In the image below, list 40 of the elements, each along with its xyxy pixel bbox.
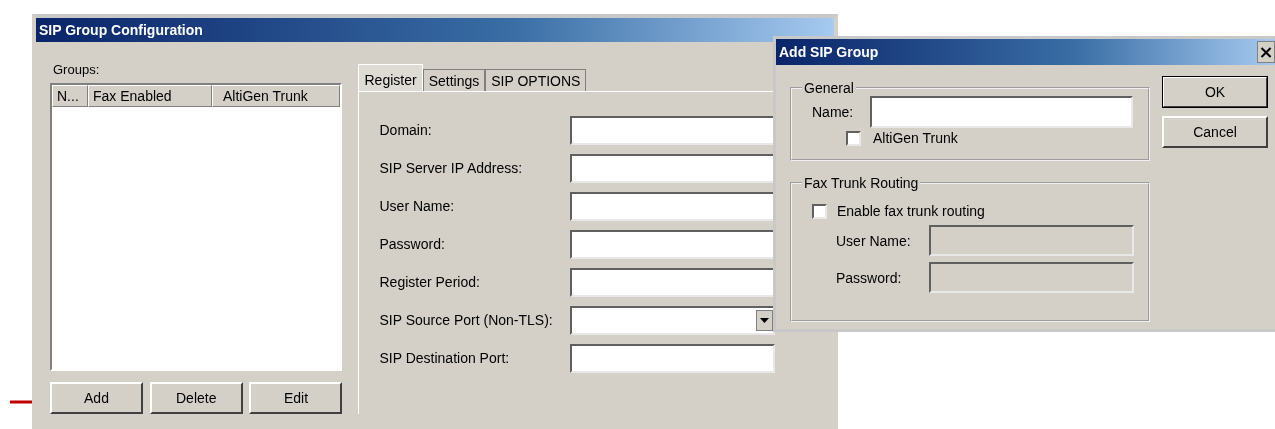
tab[interactable]: Settings — [422, 69, 486, 91]
column-header[interactable]: N... — [52, 85, 88, 107]
checkbox-label: AltiGen Trunk — [873, 130, 958, 146]
groups-label: Groups: — [52, 61, 101, 79]
field-label: Register Period: — [379, 274, 481, 290]
window-title: SIP Group Configuration — [36, 18, 834, 42]
input-field[interactable] — [570, 115, 776, 145]
field-label: SIP Source Port (Non-TLS): — [379, 312, 554, 328]
input-field[interactable] — [570, 343, 776, 373]
checkbox-label: Enable fax trunk routing — [837, 203, 985, 219]
dropdown-field[interactable] — [570, 305, 776, 335]
tab[interactable]: Register — [358, 64, 423, 91]
input-field[interactable] — [570, 229, 776, 259]
checkbox[interactable] — [812, 203, 827, 219]
dialog-button[interactable]: Cancel — [1162, 116, 1268, 148]
field-label: User Name: — [379, 198, 456, 214]
group-title: Fax Trunk Routing — [803, 175, 920, 191]
input-field[interactable] — [570, 191, 776, 221]
group-title: General — [803, 80, 855, 96]
close-button[interactable]: × — [1257, 41, 1275, 63]
tab[interactable]: SIP OPTIONS — [485, 69, 587, 91]
field-label: Domain: — [379, 122, 433, 138]
checkbox[interactable] — [846, 130, 861, 146]
column-header[interactable]: AltiGen Trunk — [212, 85, 340, 107]
field-label: SIP Destination Port: — [379, 350, 511, 366]
action-button[interactable]: Edit — [249, 382, 343, 414]
field-label: Password: — [836, 269, 903, 286]
input-field[interactable] — [570, 153, 776, 183]
field-label: Password: — [379, 236, 446, 252]
input-field[interactable] — [870, 96, 1133, 128]
field-label: User Name: — [836, 232, 912, 249]
input-field[interactable] — [570, 267, 776, 297]
action-button[interactable]: Delete — [149, 382, 243, 414]
field-label: Name: — [812, 104, 855, 120]
dialog-title: Add SIP Group — [779, 43, 879, 62]
dialog-button[interactable]: OK — [1162, 76, 1268, 108]
column-header[interactable]: Fax Enabled — [88, 85, 212, 107]
field-label: SIP Server IP Address: — [379, 160, 524, 176]
groups-list[interactable]: N... Fax Enabled AltiGen Trunk — [50, 83, 343, 371]
action-button[interactable]: Add — [50, 382, 143, 414]
